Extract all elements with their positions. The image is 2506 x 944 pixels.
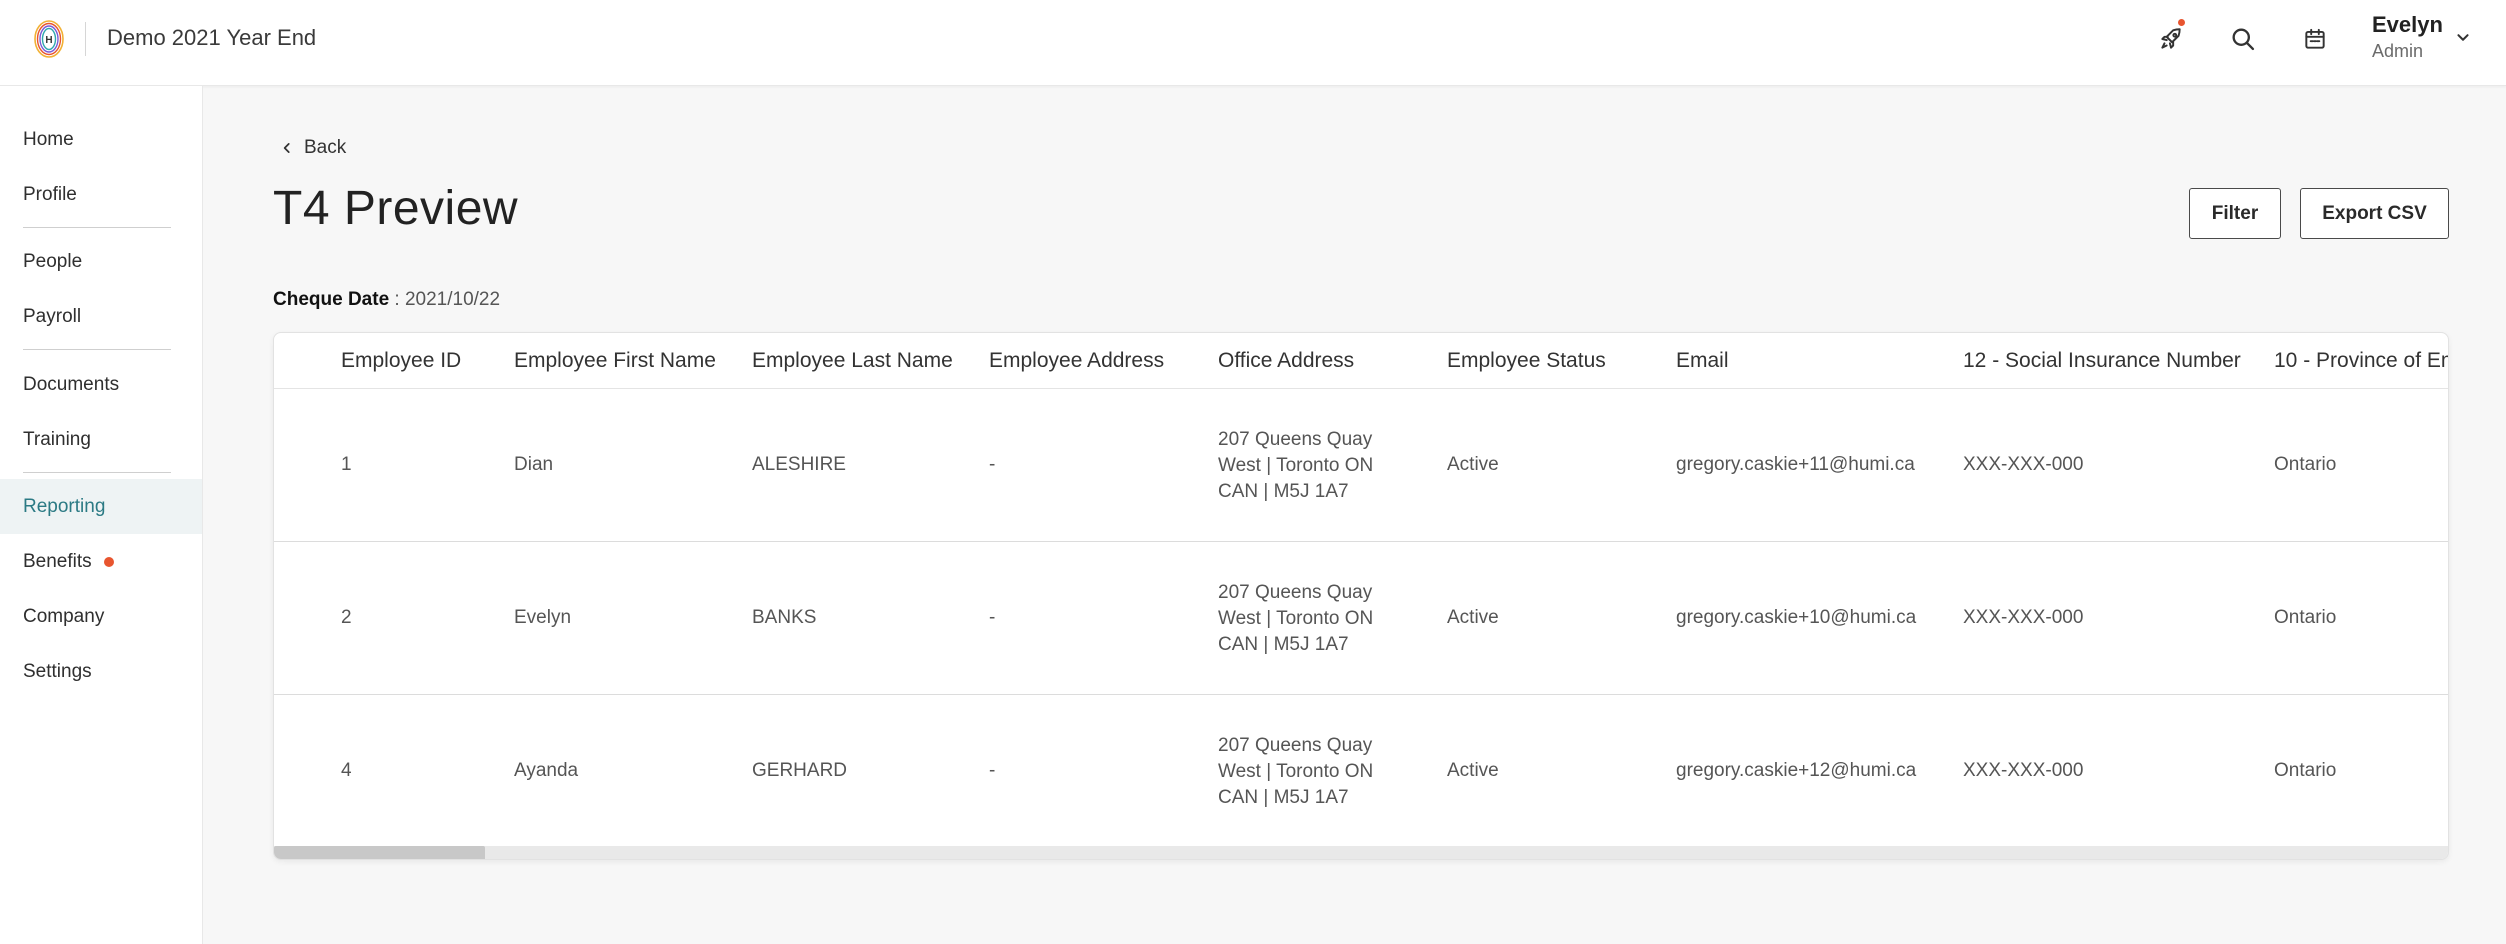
sidebar-item-company[interactable]: Company xyxy=(0,589,202,644)
sidebar-item-label: Company xyxy=(23,605,105,627)
sidebar-item-label: Payroll xyxy=(23,305,82,327)
rocket-icon[interactable] xyxy=(2154,19,2188,56)
cell-last-name: ALESHIRE xyxy=(752,454,846,475)
cell-last-name: GERHARD xyxy=(752,760,848,781)
benefits-badge xyxy=(103,556,114,567)
column-header[interactable]: Office Address xyxy=(1218,349,1354,373)
chevron-left-icon xyxy=(283,143,290,153)
sidebar-item-reporting[interactable]: Reporting xyxy=(0,479,202,534)
column-header[interactable]: Employee ID xyxy=(341,349,461,373)
sidebar-item-documents[interactable]: Documents xyxy=(0,357,202,412)
cheque-date-value: : 2021/10/22 xyxy=(389,289,501,310)
top-bar: H Demo 2021 Year End Evelyn Admin xyxy=(0,0,2506,86)
notification-dot xyxy=(2178,19,2185,26)
cell-sin: XXX-XXX-000 xyxy=(1963,454,2084,475)
cell-employee-id: 2 xyxy=(341,607,352,628)
sidebar-divider xyxy=(23,472,171,473)
cheque-date: Cheque Date : 2021/10/22 xyxy=(273,289,500,311)
cell-last-name: BANKS xyxy=(752,607,817,628)
column-header[interactable]: Employee First Name xyxy=(514,349,716,373)
sidebar-divider xyxy=(23,227,171,228)
cell-employee-address: - xyxy=(989,454,996,475)
cell-status: Active xyxy=(1447,760,1499,781)
cell-first-name: Ayanda xyxy=(514,760,579,781)
sidebar-divider xyxy=(23,349,171,350)
column-header[interactable]: Employee Address xyxy=(989,349,1164,373)
cell-email: gregory.caskie+12@humi.ca xyxy=(1676,760,1917,781)
user-name[interactable]: Evelyn xyxy=(2372,12,2443,38)
sidebar-item-profile[interactable]: Profile xyxy=(0,167,202,222)
search-icon[interactable] xyxy=(2226,22,2260,56)
table-row[interactable]: 4 Ayanda GERHARD - 207 Queens Quay West … xyxy=(274,695,2448,848)
column-header[interactable]: 10 - Province of Em xyxy=(2274,349,2448,373)
sidebar-item-label: Profile xyxy=(23,183,77,205)
filter-button[interactable]: Filter xyxy=(2189,188,2281,239)
sidebar-item-label: Reporting xyxy=(23,495,106,517)
sidebar-item-label: Benefits xyxy=(23,550,92,572)
scrollbar-thumb[interactable] xyxy=(274,846,485,859)
cell-status: Active xyxy=(1447,454,1499,475)
cell-employee-id: 4 xyxy=(341,760,352,781)
back-label: Back xyxy=(304,137,347,158)
cell-first-name: Evelyn xyxy=(514,607,572,628)
company-name: Demo 2021 Year End xyxy=(107,25,317,50)
cell-email: gregory.caskie+10@humi.ca xyxy=(1676,607,1917,628)
sidebar-item-label: People xyxy=(23,250,83,272)
sidebar-item-label: Training xyxy=(23,428,91,450)
user-role: Admin xyxy=(2372,41,2424,61)
cell-employee-address: - xyxy=(989,607,996,628)
cell-province: Ontario xyxy=(2274,454,2337,475)
sidebar-item-label: Settings xyxy=(23,660,92,682)
cell-sin: XXX-XXX-000 xyxy=(1963,760,2084,781)
sidebar-item-payroll[interactable]: Payroll xyxy=(0,289,202,344)
cell-office-address: 207 Queens Quay West | Toronto ON CAN | … xyxy=(1218,429,1374,502)
cell-office-address: 207 Queens Quay West | Toronto ON CAN | … xyxy=(1218,582,1374,655)
table-row[interactable]: 1 Dian ALESHIRE - 207 Queens Quay West |… xyxy=(274,389,2448,542)
sidebar-item-label: Documents xyxy=(23,373,120,395)
calendar-icon[interactable] xyxy=(2298,22,2332,56)
header-divider xyxy=(85,22,86,56)
chevron-down-icon[interactable] xyxy=(2452,26,2474,48)
cell-province: Ontario xyxy=(2274,760,2337,781)
horizontal-scrollbar[interactable] xyxy=(274,846,2448,859)
sidebar-item-benefits[interactable]: Benefits xyxy=(0,534,202,589)
t4-table: Employee ID Employee First Name Employee… xyxy=(273,332,2449,860)
cell-status: Active xyxy=(1447,607,1499,628)
cheque-date-label: Cheque Date xyxy=(273,289,390,310)
column-header[interactable]: Employee Last Name xyxy=(752,349,953,373)
sidebar-item-label: Home xyxy=(23,128,74,150)
table-header: Employee ID Employee First Name Employee… xyxy=(274,333,2448,389)
page-title: T4 Preview xyxy=(273,182,519,235)
cell-province: Ontario xyxy=(2274,607,2337,628)
sidebar-item-training[interactable]: Training xyxy=(0,412,202,467)
column-header[interactable]: 12 - Social Insurance Number xyxy=(1963,349,2241,373)
sidebar: Home Profile People Payroll Documents Tr… xyxy=(0,86,203,944)
sidebar-item-home[interactable]: Home xyxy=(0,112,202,167)
column-header[interactable]: Email xyxy=(1676,349,1729,373)
cell-sin: XXX-XXX-000 xyxy=(1963,607,2084,628)
svg-text:H: H xyxy=(45,35,52,46)
table-row[interactable]: 2 Evelyn BANKS - 207 Queens Quay West | … xyxy=(274,542,2448,695)
sidebar-item-settings[interactable]: Settings xyxy=(0,644,202,699)
humi-logo-icon[interactable]: H xyxy=(32,18,66,60)
export-csv-button[interactable]: Export CSV xyxy=(2300,188,2449,239)
column-header[interactable]: Employee Status xyxy=(1447,349,1606,373)
cell-first-name: Dian xyxy=(514,454,554,475)
cell-employee-address: - xyxy=(989,760,996,781)
cell-office-address: 207 Queens Quay West | Toronto ON CAN | … xyxy=(1218,735,1374,808)
cell-employee-id: 1 xyxy=(341,454,352,475)
sidebar-item-people[interactable]: People xyxy=(0,234,202,289)
cell-email: gregory.caskie+11@humi.ca xyxy=(1676,454,1915,475)
back-link[interactable]: Back xyxy=(280,137,346,159)
